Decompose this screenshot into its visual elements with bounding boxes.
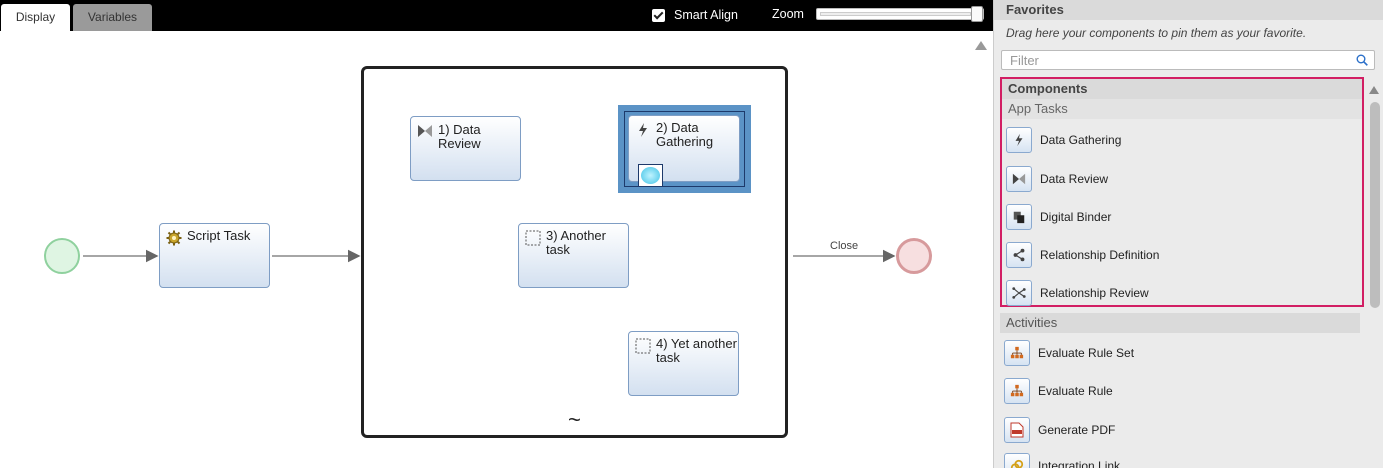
attach-handle[interactable] [638, 164, 663, 187]
component-relationship-review[interactable]: Relationship Review [1006, 278, 1346, 308]
component-label: Evaluate Rule Set [1038, 346, 1135, 360]
hierarchy-icon [1004, 340, 1030, 366]
binder-icon [1006, 204, 1032, 230]
task-label: Script Task [187, 228, 251, 243]
components-section: Components App Tasks Data Gathering Data… [1000, 77, 1364, 307]
share-icon [1006, 242, 1032, 268]
task-box-icon [525, 230, 541, 246]
components-header[interactable]: Components [1002, 79, 1362, 99]
task-yet-another[interactable]: 4) Yet another task [628, 331, 739, 396]
component-label: Evaluate Rule [1038, 384, 1113, 398]
component-label: Data Gathering [1040, 133, 1122, 147]
favorites-hint: Drag here your components to pin them as… [1006, 26, 1307, 40]
component-label: Digital Binder [1040, 210, 1112, 224]
task-label: 4) Yet another task [656, 336, 737, 365]
activities-header[interactable]: Activities [1000, 313, 1360, 333]
hierarchy-icon [1004, 378, 1030, 404]
attach-handle-icon [641, 167, 660, 184]
component-label: Relationship Review [1040, 286, 1149, 300]
component-panel: Favorites Drag here your components to p… [993, 0, 1383, 468]
component-label: Integration Link [1038, 459, 1121, 468]
activity-generate-pdf[interactable]: Generate PDF [1004, 415, 1344, 445]
zoom-label: Zoom [772, 7, 804, 21]
task-data-review[interactable]: 1) Data Review [410, 116, 521, 181]
smart-align-label: Smart Align [674, 8, 738, 22]
loop-marker: ~ [568, 407, 581, 432]
task-label: 1) Data Review [438, 122, 481, 151]
component-label: Generate PDF [1038, 423, 1116, 437]
process-designer: Display Variables Smart Align Zoom Scrip… [0, 0, 1383, 468]
zoom-slider-thumb[interactable] [971, 6, 983, 22]
link-icon [1004, 453, 1030, 468]
network-icon [1006, 280, 1032, 306]
component-data-gathering[interactable]: Data Gathering [1006, 125, 1346, 155]
zoom-slider[interactable] [816, 6, 984, 22]
task-label: 2) Data Gathering [656, 120, 714, 149]
tab-variables[interactable]: Variables [73, 4, 152, 31]
task-box-icon [635, 338, 651, 354]
panel-scrollbar[interactable] [1370, 102, 1380, 308]
task-another[interactable]: 3) Another task [518, 223, 629, 288]
activity-evaluate-rule[interactable]: Evaluate Rule [1004, 376, 1344, 406]
lightning-icon [1006, 127, 1032, 153]
component-label: Relationship Definition [1040, 248, 1160, 262]
activity-integration-link[interactable]: Integration Link [1004, 451, 1344, 468]
component-data-review[interactable]: Data Review [1006, 164, 1346, 194]
search-icon[interactable] [1356, 54, 1368, 66]
smart-align-toggle[interactable]: Smart Align [652, 7, 738, 23]
tab-display[interactable]: Display [1, 4, 70, 31]
end-event[interactable] [896, 238, 932, 274]
panel-scroll-up-arrow[interactable] [1369, 86, 1379, 94]
favorites-header[interactable]: Favorites [994, 0, 1383, 20]
bowtie-icon [1006, 166, 1032, 192]
filter-field[interactable] [1001, 50, 1375, 70]
script-task[interactable]: Script Task [159, 223, 270, 288]
task-label: 3) Another task [546, 228, 606, 257]
activity-evaluate-rule-set[interactable]: Evaluate Rule Set [1004, 338, 1344, 368]
toolbar: Display Variables Smart Align Zoom [0, 0, 993, 31]
diagram-canvas[interactable]: Script Task ~ 1) Data Review 2) Data Gat… [0, 31, 993, 468]
gear-icon [166, 230, 182, 246]
app-tasks-header[interactable]: App Tasks [1002, 99, 1362, 119]
component-label: Data Review [1040, 172, 1109, 186]
zoom-slider-track [820, 12, 971, 16]
bowtie-icon [418, 125, 432, 137]
smart-align-checkbox[interactable] [652, 8, 665, 22]
component-digital-binder[interactable]: Digital Binder [1006, 202, 1346, 232]
component-relationship-definition[interactable]: Relationship Definition [1006, 240, 1346, 270]
pdf-icon [1004, 417, 1030, 443]
flow-label-close[interactable]: Close [830, 240, 858, 252]
filter-input[interactable] [1002, 51, 1342, 69]
start-event[interactable] [44, 238, 80, 274]
lightning-icon [639, 123, 647, 137]
